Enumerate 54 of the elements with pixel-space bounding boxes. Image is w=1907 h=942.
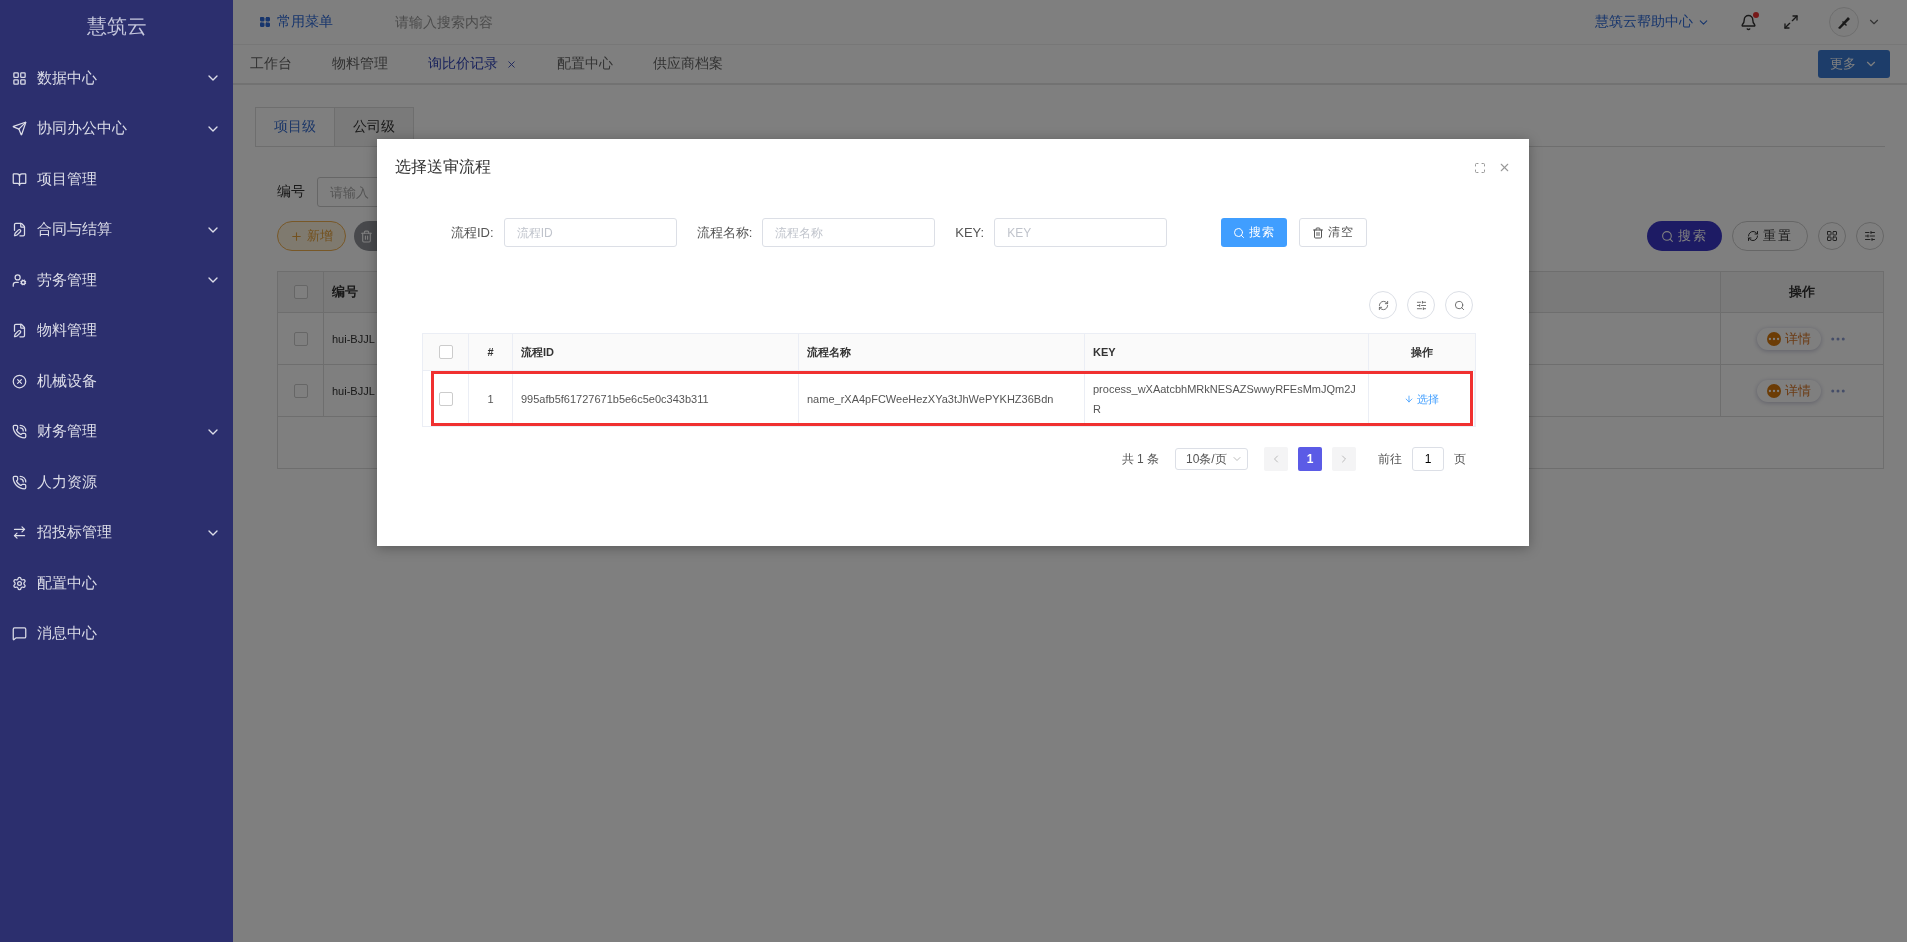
detail-button[interactable]: 详情 — [1757, 379, 1821, 402]
column-header: KEY — [1085, 334, 1369, 370]
table-cell-text: 995afb5f61727671b5e6c5e0c343b311 — [521, 391, 709, 407]
dialog-title: 选择送审流程 — [395, 157, 492, 177]
field-label: KEY: — [955, 225, 985, 240]
sidebar-item[interactable]: 劳务管理 — [0, 255, 233, 306]
page-input[interactable]: 1 — [1412, 447, 1444, 471]
page-button[interactable]: 1 — [1298, 447, 1322, 471]
input-field[interactable]: 流程名称 — [762, 218, 936, 247]
level-tab[interactable]: 项目级 — [255, 107, 335, 146]
detail-button[interactable]: 详情 — [1757, 327, 1821, 350]
search-button[interactable]: 搜索 — [1221, 218, 1288, 247]
input-field[interactable]: 流程ID — [503, 218, 677, 247]
sidebar-item[interactable]: 合同与结算 — [0, 204, 233, 255]
table-cell-text: process_wXAatcbhMRkNESAZSwwyRFEsMmJQm2JR — [1093, 381, 1357, 417]
common-menu-button[interactable]: 常用菜单 — [259, 13, 333, 31]
column-header: 操作 — [1788, 283, 1816, 301]
column-header: 操作 — [1410, 345, 1434, 360]
select-link[interactable]: 选择 — [1404, 388, 1439, 409]
sidebar-item[interactable]: 消息中心 — [0, 608, 233, 659]
page-tab[interactable]: 供应商档案 — [653, 55, 743, 73]
search-button[interactable]: 搜索 — [1647, 221, 1722, 251]
page-suffix: 页 — [1454, 450, 1466, 468]
sidebar-item[interactable]: 数据中心 — [0, 53, 233, 104]
page-tab[interactable]: 配置中心 — [557, 55, 633, 73]
column-header: # — [469, 334, 513, 370]
field-label: 流程ID: — [451, 223, 494, 242]
sidebar-item[interactable]: 人力资源 — [0, 457, 233, 508]
total-count: 共 1 条 — [1121, 450, 1159, 468]
sidebar-item[interactable]: 物料管理 — [0, 305, 233, 356]
table-cell-text: name_rXA4pFCWeeHezXYa3tJhWePYKHZ36Bdn — [807, 391, 1054, 407]
page-tab[interactable]: 物料管理 — [332, 55, 408, 73]
clear-button[interactable]: 清空 — [1299, 218, 1368, 247]
reset-button[interactable]: 重置 — [1732, 221, 1808, 251]
column-header: 流程ID — [513, 334, 799, 370]
level-tab[interactable]: 公司级 — [334, 107, 414, 146]
sidebar-item[interactable]: 配置中心 — [0, 558, 233, 609]
more-button[interactable]: 更多 — [1818, 50, 1890, 78]
sidebar-item[interactable]: 项目管理 — [0, 154, 233, 205]
sidebar-item[interactable]: 招投标管理 — [0, 507, 233, 558]
sidebar-item[interactable]: 机械设备 — [0, 356, 233, 407]
sidebar-item[interactable]: 协同办公中心 — [0, 103, 233, 154]
column-header: 流程名称 — [799, 334, 1085, 370]
sidebar-item[interactable]: 财务管理 — [0, 406, 233, 457]
field-label: 流程名称: — [696, 223, 753, 242]
table-cell-text: 1 — [487, 391, 494, 407]
app-logo: 慧筑云 — [85, 14, 148, 39]
filter-label: 编号 — [277, 183, 305, 201]
page-tab[interactable]: 询比价记录 — [428, 55, 537, 73]
help-center-link[interactable]: 慧筑云帮助中心 — [1595, 13, 1710, 31]
page-size-select[interactable]: 10条/页 — [1175, 448, 1248, 470]
page-tab[interactable]: 工作台 — [250, 55, 312, 73]
input-field[interactable]: KEY — [994, 218, 1168, 247]
goto-label: 前往 — [1378, 450, 1402, 468]
